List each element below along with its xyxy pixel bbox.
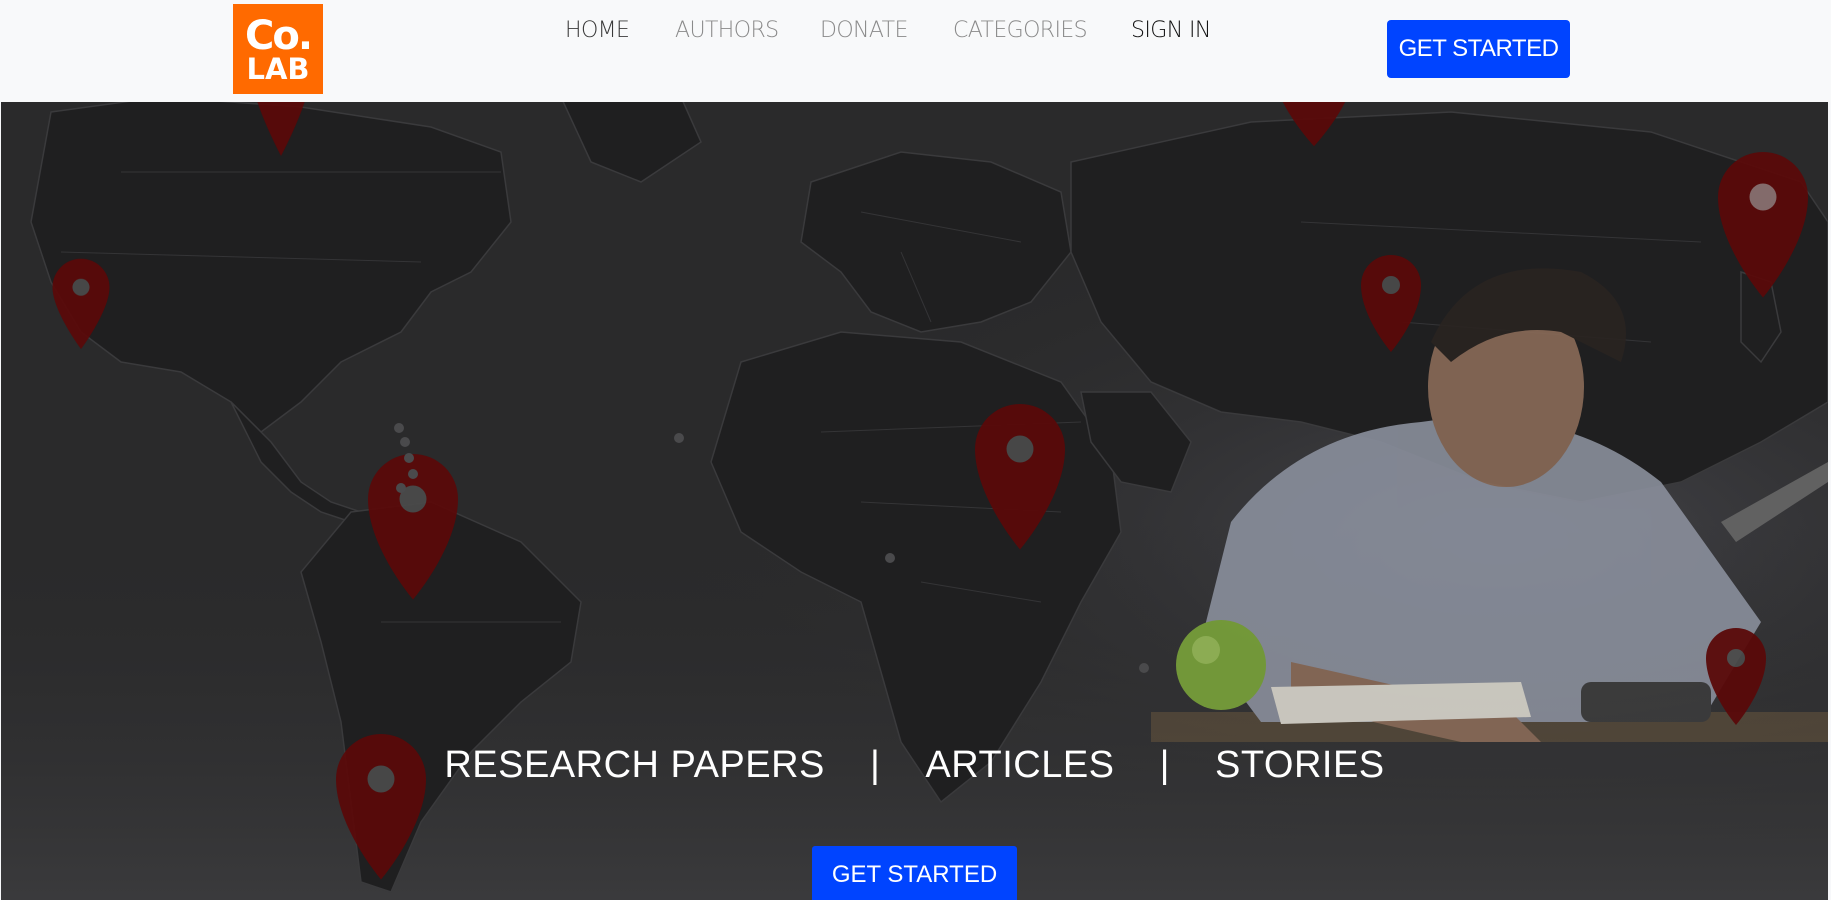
tagline-separator: |	[869, 744, 881, 786]
tagline-separator: |	[1159, 744, 1170, 786]
nav-link-authors[interactable]: AUTHORS	[675, 18, 779, 43]
logo-line-2: LAB	[246, 52, 310, 86]
tagline-articles: ARTICLES	[925, 744, 1115, 786]
nav-link-donate[interactable]: DONATE	[820, 18, 908, 43]
navbar: Co. LAB HOME AUTHORS DONATE CATEGORIES S…	[0, 0, 1831, 102]
nav-link-categories[interactable]: CATEGORIES	[953, 18, 1088, 43]
tagline-stories: STORIES	[1215, 744, 1385, 786]
hero-tagline: RESEARCH PAPERS | ARTICLES | STORIES	[1, 744, 1828, 787]
hero-section: RESEARCH PAPERS | ARTICLES | STORIES GET…	[1, 102, 1828, 900]
tagline-research-papers: RESEARCH PAPERS	[444, 744, 825, 786]
nav-get-started-button[interactable]: GET STARTED	[1387, 20, 1570, 78]
nav-link-home[interactable]: HOME	[565, 18, 630, 43]
hero-get-started-button[interactable]: GET STARTED	[812, 846, 1017, 900]
nav-link-sign-in[interactable]: SIGN IN	[1131, 18, 1211, 43]
